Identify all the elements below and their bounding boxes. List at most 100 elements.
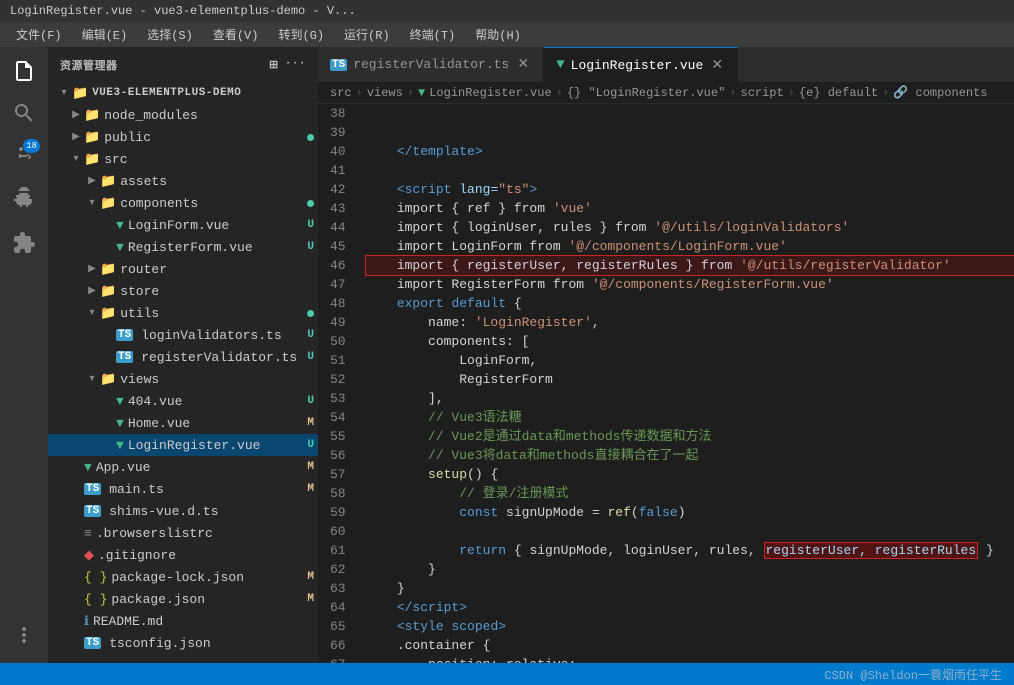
sidebar-item-readme[interactable]: ℹ README.md: [48, 610, 318, 632]
appvue-badge: M: [307, 461, 314, 473]
assets-label: assets: [120, 174, 318, 189]
line-num-65: 65: [330, 617, 346, 636]
editor-area: TS registerValidator.ts ✕ ▼ LoginRegiste…: [318, 47, 1014, 663]
activity-git[interactable]: 18: [4, 135, 44, 175]
sidebar-item-tsconfig[interactable]: TS tsconfig.json: [48, 632, 318, 654]
loginvalidators-badge: U: [307, 329, 314, 341]
sidebar-item-shims[interactable]: TS shims-vue.d.ts: [48, 500, 318, 522]
sidebar-item-loginform[interactable]: ▼ LoginForm.vue U: [48, 214, 318, 236]
code-line-46: export default {: [366, 294, 1014, 313]
code-content: 3839404142434445464748495051525354555657…: [318, 104, 1014, 663]
404-badge: U: [307, 395, 314, 407]
sidebar-item-packagelock[interactable]: { } package-lock.json M: [48, 566, 318, 588]
activity-settings[interactable]: [4, 615, 44, 655]
public-dot: [307, 134, 314, 141]
menu-item-r[interactable]: 运行(R): [336, 24, 398, 45]
sidebar-new-file-icon[interactable]: ⊞: [269, 58, 279, 72]
sidebar-item-registerform[interactable]: ▼ RegisterForm.vue U: [48, 236, 318, 258]
sidebar-item-gitignore[interactable]: ◆ .gitignore: [48, 544, 318, 566]
home-badge: M: [307, 417, 314, 429]
code-line-51: ],: [366, 389, 1014, 408]
menu-item-t[interactable]: 终端(T): [402, 24, 464, 45]
menu-item-s[interactable]: 选择(S): [139, 24, 201, 45]
line-num-41: 41: [330, 161, 346, 180]
breadcrumb: src › views › ▼ LoginRegister.vue › {} "…: [318, 82, 1014, 104]
sidebar-item-store[interactable]: ▶ 📁 store: [48, 280, 318, 302]
loginvalidators-label: loginValidators.ts: [141, 328, 307, 343]
tab-loginregister-label: LoginRegister.vue: [571, 58, 704, 73]
menu-item-h[interactable]: 帮助(H): [467, 24, 529, 45]
sidebar-item-registervalidator[interactable]: TS registerValidator.ts U: [48, 346, 318, 368]
sidebar-item-404[interactable]: ▼ 404.vue U: [48, 390, 318, 412]
tab-loginregister-close[interactable]: ✕: [709, 57, 725, 73]
code-editor[interactable]: 3839404142434445464748495051525354555657…: [318, 104, 1014, 663]
views-icon: 📁: [100, 372, 116, 387]
bc-obj[interactable]: {} "LoginRegister.vue": [567, 86, 725, 100]
assets-chevron: ▶: [84, 175, 100, 187]
bc-default[interactable]: {e} default: [799, 86, 878, 100]
menu-item-f[interactable]: 文件(F): [8, 24, 70, 45]
sidebar-item-maints[interactable]: TS main.ts M: [48, 478, 318, 500]
router-label: router: [120, 262, 318, 277]
packagejson-badge: M: [307, 593, 314, 605]
sidebar-root[interactable]: ▾ 📁 VUE3-ELEMENTPLUS-DEMO: [48, 82, 318, 104]
sidebar-item-public[interactable]: ▶ 📁 public: [48, 126, 318, 148]
activity-extensions[interactable]: [4, 223, 44, 263]
line-num-62: 62: [330, 560, 346, 579]
sidebar-item-views[interactable]: ▾ 📁 views: [48, 368, 318, 390]
sidebar-item-node_modules[interactable]: ▶ 📁 node_modules: [48, 104, 318, 126]
tab-registervalidator[interactable]: TS registerValidator.ts ✕: [318, 47, 544, 82]
sidebar-item-packagejson[interactable]: { } package.json M: [48, 588, 318, 610]
menu-item-g[interactable]: 转到(G): [270, 24, 332, 45]
sidebar-root-label: VUE3-ELEMENTPLUS-DEMO: [92, 87, 318, 99]
root-chevron: ▾: [56, 87, 72, 99]
registerform-label: RegisterForm.vue: [128, 240, 308, 255]
sidebar-item-components[interactable]: ▾ 📁 components: [48, 192, 318, 214]
public-icon: 📁: [84, 130, 100, 145]
line-num-46: 46: [330, 256, 346, 275]
menu-item-v[interactable]: 查看(V): [205, 24, 267, 45]
public-chevron: ▶: [68, 131, 84, 143]
bc-script[interactable]: script: [741, 86, 784, 100]
sidebar-item-router[interactable]: ▶ 📁 router: [48, 258, 318, 280]
browserslistrc-label: .browserslistrc: [96, 526, 318, 541]
tab-registervalidator-icon: TS: [330, 59, 347, 71]
menu-bar: 文件(F)编辑(E)选择(S)查看(V)转到(G)运行(R)终端(T)帮助(H): [0, 22, 1014, 47]
sidebar-item-loginregister[interactable]: ▼ LoginRegister.vue U: [48, 434, 318, 456]
code-line-61: }: [366, 579, 1014, 598]
router-chevron: ▶: [84, 263, 100, 275]
sidebar-item-browserslistrc[interactable]: ≡ .browserslistrc: [48, 522, 318, 544]
activity-search[interactable]: [4, 93, 44, 133]
tab-registervalidator-close[interactable]: ✕: [515, 57, 531, 73]
loginregister-badge: U: [307, 439, 314, 451]
bc-views[interactable]: views: [367, 86, 403, 100]
tab-loginregister[interactable]: ▼ LoginRegister.vue ✕: [544, 47, 738, 82]
line-num-56: 56: [330, 446, 346, 465]
components-label: components: [120, 196, 307, 211]
bc-loginregister[interactable]: LoginRegister.vue: [429, 86, 551, 100]
sidebar-item-loginvalidators[interactable]: TS loginValidators.ts U: [48, 324, 318, 346]
assets-icon: 📁: [100, 174, 116, 189]
sidebar-item-src[interactable]: ▾ 📁 src: [48, 148, 318, 170]
activity-debug[interactable]: [4, 177, 44, 217]
sidebar-more-icon[interactable]: ···: [285, 58, 306, 72]
line-num-52: 52: [330, 370, 346, 389]
sidebar-item-assets[interactable]: ▶ 📁 assets: [48, 170, 318, 192]
line-num-44: 44: [330, 218, 346, 237]
line-num-64: 64: [330, 598, 346, 617]
code-line-39: [366, 161, 1014, 180]
utils-icon: 📁: [100, 306, 116, 321]
title-bar-title: LoginRegister.vue - vue3-elementplus-dem…: [10, 4, 356, 18]
sidebar-item-appvue[interactable]: ▼ App.vue M: [48, 456, 318, 478]
code-lines: </template> <script lang="ts"> import { …: [358, 104, 1014, 663]
registervalidator-icon: TS: [116, 351, 133, 363]
bc-components[interactable]: 🔗 components: [893, 85, 987, 100]
sidebar-item-utils[interactable]: ▾ 📁 utils: [48, 302, 318, 324]
line-num-57: 57: [330, 465, 346, 484]
line-num-39: 39: [330, 123, 346, 142]
bc-src[interactable]: src: [330, 86, 352, 100]
404-icon: ▼: [116, 394, 124, 409]
sidebar-item-home[interactable]: ▼ Home.vue M: [48, 412, 318, 434]
activity-files[interactable]: [4, 51, 44, 91]
menu-item-e[interactable]: 编辑(E): [74, 24, 136, 45]
